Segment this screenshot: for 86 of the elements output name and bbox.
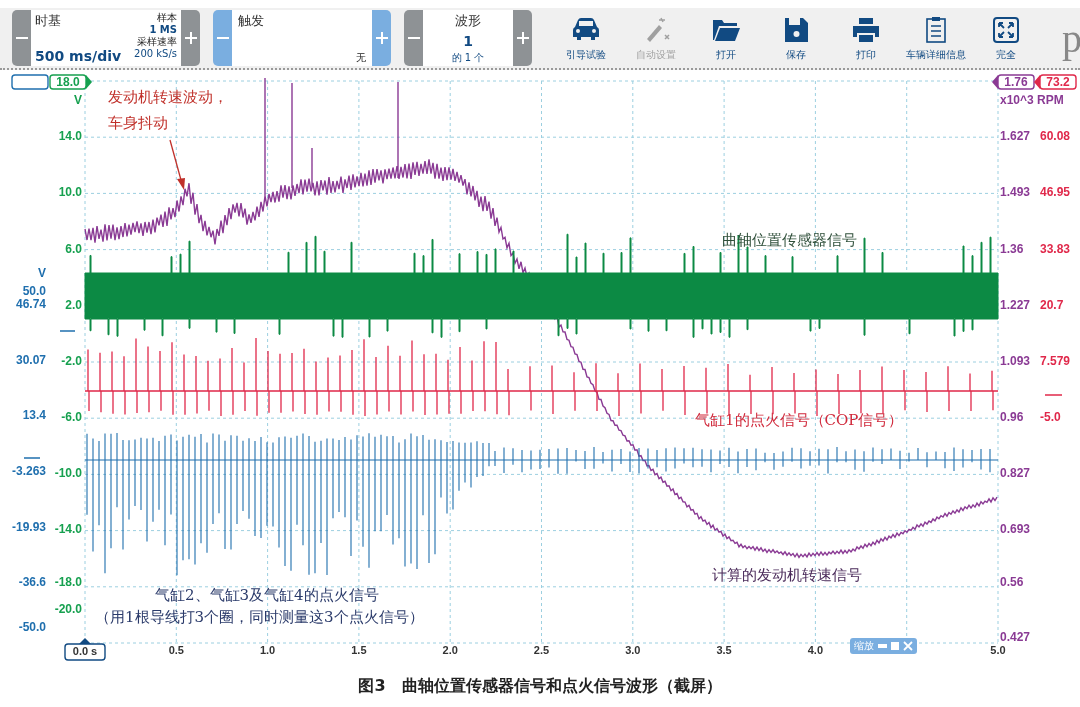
- plus-button[interactable]: [372, 10, 391, 66]
- axis-tick-label: -6.0: [61, 410, 82, 425]
- plus-icon: [516, 32, 529, 44]
- sample-rate-label: 采样速率: [137, 36, 177, 48]
- minus-button[interactable]: [213, 10, 232, 66]
- axis-tick-label: 0.96: [1000, 410, 1024, 425]
- expand-icon: [991, 14, 1021, 45]
- axis-tick-label: -19.93: [11, 520, 46, 535]
- axis-tick-label: -5.0: [1040, 410, 1061, 425]
- axis-tick-label: 4.0: [807, 643, 824, 656]
- axis-tick-label: 1.227: [1000, 298, 1031, 313]
- axis-tick-label: -36.6: [18, 575, 46, 590]
- axis-tick-label: 0.5: [168, 643, 184, 656]
- axis-tick-label: 50.0: [22, 284, 46, 299]
- toolbar-button[interactable]: 车辆详细信息: [901, 14, 971, 62]
- waveform-label: 波形: [455, 12, 481, 30]
- axis-tick-label: 10.0: [58, 185, 82, 200]
- axis-tick-label: 3.0: [625, 643, 641, 656]
- offset-marker: [59, 330, 76, 332]
- axis-tick-label: -18.0: [54, 575, 82, 590]
- toolbar-button[interactable]: 打印: [831, 14, 901, 62]
- annotation-text: 计算的发动机转速信号: [712, 566, 862, 584]
- axis-tick-label: 14.0: [58, 129, 82, 144]
- toolbar-button[interactable]: 保存: [761, 14, 831, 62]
- annotation-text: 气缸1的点火信号（COP信号）: [695, 411, 904, 429]
- axis-tick-label: 60.08: [1040, 129, 1071, 144]
- annotation-text: 车身抖动: [108, 114, 168, 132]
- plus-icon: [184, 32, 197, 44]
- annotation-text: 气缸2、气缸3及气缸4的点火信号: [155, 586, 379, 604]
- axis-tick-label: 46.95: [1040, 185, 1071, 200]
- plus-button[interactable]: [181, 10, 200, 66]
- axis-tick-label: 0.693: [1000, 522, 1031, 537]
- minus-button[interactable]: [12, 10, 31, 66]
- axis-tick-label: 33.83: [1040, 242, 1071, 257]
- waveform-number[interactable]: 1: [463, 33, 473, 49]
- axis-tick-label: -2.0: [61, 354, 82, 369]
- axis-tick-label: 20.7: [1040, 298, 1064, 313]
- axis-tick-label: 1.5: [351, 643, 367, 656]
- minus-button[interactable]: [404, 10, 423, 66]
- axis-tick-label: -3.263: [11, 464, 46, 479]
- sample-rate-value[interactable]: 200 kS/s: [134, 48, 177, 60]
- axis-tick-label: 0.56: [1000, 575, 1024, 590]
- axis-tick-label: 2.0: [65, 298, 82, 313]
- timebase-value[interactable]: 500 ms/div: [35, 48, 122, 64]
- toolbar-button[interactable]: 打开: [691, 14, 761, 62]
- logo: p: [1062, 14, 1080, 62]
- toolbar-button[interactable]: 完全: [971, 14, 1041, 62]
- axis-unit: V: [74, 93, 82, 108]
- axis-tick-label: 0.427: [1000, 630, 1031, 645]
- offset-marker: [23, 457, 41, 459]
- axis-tick-label: 1.0: [259, 643, 276, 656]
- axis-tick-label: -10.0: [54, 466, 82, 481]
- timebase-label: 时基: [35, 12, 62, 30]
- axis-tick-label: -50.0: [18, 620, 46, 635]
- annotation-text: 发动机转速波动，: [108, 88, 228, 106]
- axis-tick-label: 2.0: [442, 643, 458, 656]
- axis-tick-label: 1.493: [1000, 185, 1031, 200]
- axis-tick-label: 2.5: [533, 643, 550, 656]
- axis-tick-label: 13.4: [22, 408, 46, 423]
- axis-tick-label: 3.5: [716, 643, 732, 656]
- annotation-text: （用1根导线打3个圈，同时测量这3个点火信号）: [95, 608, 424, 626]
- annotation-arrow: [169, 139, 185, 190]
- axis-tick-label: 0.827: [1000, 466, 1031, 481]
- trigger-mode[interactable]: 无: [356, 52, 366, 64]
- plus-icon: [375, 32, 388, 44]
- axis-tick-label: 1.093: [1000, 354, 1031, 369]
- axis-tick-label: 46.74: [15, 297, 46, 312]
- figure-caption: 图3 曲轴位置传感器信号和点火信号波形（截屏）: [357, 676, 723, 697]
- axis-tick-label: 6.0: [65, 242, 82, 257]
- offset-marker: [1044, 394, 1063, 396]
- axis-tick-label: 7.579: [1040, 354, 1071, 369]
- axis-tick-label: -20.0: [54, 602, 82, 617]
- axis-tick-label: 30.07: [15, 353, 46, 368]
- axis-tick-label: 1.627: [1000, 129, 1031, 144]
- axis-tick-label: -14.0: [54, 522, 82, 537]
- toolbar-button[interactable]: 引导试验: [551, 14, 621, 62]
- samples-value[interactable]: 1 MS: [149, 24, 177, 36]
- axis-unit: x10^3 RPM: [1000, 93, 1064, 108]
- axis-unit: V: [38, 266, 46, 281]
- samples-label: 样本: [157, 12, 177, 24]
- axis-tick-label: 1.36: [1000, 242, 1024, 257]
- waveform-count: 的 1 个: [451, 52, 485, 64]
- plus-button[interactable]: [513, 10, 532, 66]
- trigger-label: 触发: [238, 12, 265, 30]
- axis-tick-label: 5.0: [990, 643, 1006, 656]
- close-icon[interactable]: [903, 641, 913, 651]
